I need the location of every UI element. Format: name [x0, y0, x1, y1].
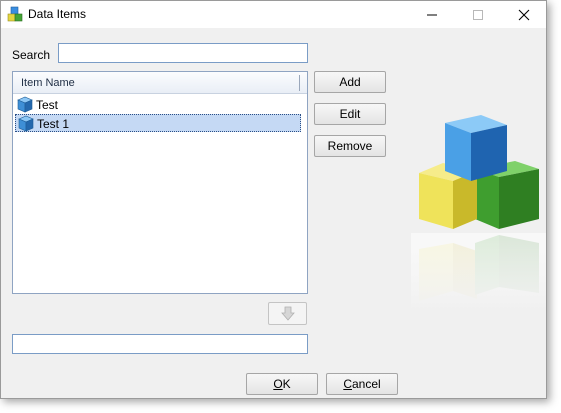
minimize-button[interactable]: [409, 1, 455, 28]
column-header-item-name[interactable]: Item Name: [13, 72, 307, 94]
maximize-button[interactable]: [455, 1, 501, 28]
cube-icon: [18, 115, 34, 132]
item-name-field[interactable]: [12, 334, 308, 354]
list-item-selected[interactable]: Test 1: [15, 114, 301, 132]
cube-icon: [17, 96, 33, 113]
arrow-down-icon: [281, 306, 295, 321]
ok-accelerator: O: [273, 377, 283, 391]
column-header-label: Item Name: [21, 77, 75, 89]
move-down-button[interactable]: [268, 302, 307, 325]
cancel-button[interactable]: Cancel: [326, 373, 398, 395]
add-button[interactable]: Add: [314, 71, 386, 93]
data-cubes-icon: [7, 6, 23, 22]
data-items-dialog: Data Items Search Item Name Test Test 1 …: [0, 0, 547, 399]
minimize-icon: [427, 14, 437, 16]
close-button[interactable]: [501, 1, 547, 28]
remove-button[interactable]: Remove: [314, 135, 386, 157]
maximize-icon: [473, 10, 483, 20]
list-item[interactable]: Test: [15, 96, 301, 114]
search-input[interactable]: [58, 43, 308, 63]
title-bar[interactable]: Data Items: [1, 1, 546, 28]
ok-label-rest: K: [282, 377, 291, 391]
cancel-accelerator: C: [343, 377, 352, 391]
list-item-label: Test: [36, 98, 59, 112]
column-divider[interactable]: [299, 75, 300, 91]
ok-button[interactable]: OK: [246, 373, 318, 395]
item-list[interactable]: Item Name Test Test 1: [12, 71, 308, 294]
search-label: Search: [12, 48, 51, 62]
close-icon: [518, 9, 530, 21]
cancel-label-rest: ancel: [351, 377, 381, 391]
edit-button[interactable]: Edit: [314, 103, 386, 125]
window-title: Data Items: [28, 7, 87, 21]
list-item-label: Test 1: [37, 117, 70, 131]
data-cubes-illustration: [411, 115, 546, 311]
